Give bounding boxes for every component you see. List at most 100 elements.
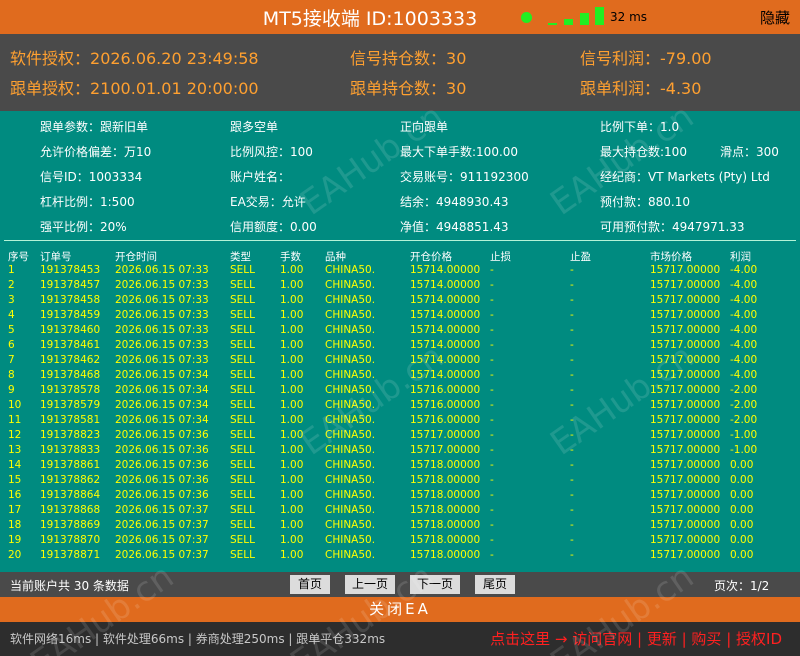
col-market-price: 15717.00000 xyxy=(650,354,721,366)
col-index: 2 xyxy=(8,279,15,291)
col-symbol: CHINA50. xyxy=(325,279,376,291)
param-broker: 经纪商：VT Markets (Pty) Ltd xyxy=(600,170,770,184)
col-market-price: 15717.00000 xyxy=(650,429,721,441)
hide-button[interactable]: 隐藏 xyxy=(760,7,790,28)
table-row[interactable]: 14 191378861 2026.06.15 07:36 SELL 1.00 CHINA… xyxy=(0,457,800,472)
col-profit: -4.00 xyxy=(730,309,758,321)
col-take-profit: - xyxy=(570,324,574,336)
col-take-profit: - xyxy=(570,504,574,516)
latency-readout: 32 ms xyxy=(610,10,648,24)
param-ratio-order: 比例下单：1.0 xyxy=(600,120,680,134)
col-open-price: 15718.00000 xyxy=(410,549,481,561)
col-lots: 1.00 xyxy=(280,369,304,381)
table-row[interactable]: 9 191378578 2026.06.15 07:34 SELL 1.00 CHINA5… xyxy=(0,382,800,397)
col-lots: 1.00 xyxy=(280,339,304,351)
col-type: SELL xyxy=(230,504,255,516)
close-ea-button[interactable]: 关闭EA xyxy=(0,597,800,622)
col-order-id: 191378460 xyxy=(40,324,101,336)
col-stop-loss: - xyxy=(490,549,494,561)
table-row[interactable]: 13 191378833 2026.06.15 07:36 SELL 1.00 CHINA… xyxy=(0,442,800,457)
col-open-time: 2026.06.15 07:33 xyxy=(115,279,209,291)
last-page-button[interactable]: 尾页 xyxy=(475,575,515,594)
col-type: SELL xyxy=(230,354,255,366)
prev-page-button[interactable]: 上一页 xyxy=(345,575,395,594)
table-row[interactable]: 15 191378862 2026.06.15 07:36 SELL 1.00 CHINA… xyxy=(0,472,800,487)
col-profit: 0.00 xyxy=(730,474,754,486)
col-open-price: 15717.00000 xyxy=(410,444,481,456)
col-open-time: 2026.06.15 07:37 xyxy=(115,519,209,531)
table-row[interactable]: 8 191378468 2026.06.15 07:34 SELL 1.00 CHINA5… xyxy=(0,367,800,382)
table-row[interactable]: 10 191378579 2026.06.15 07:34 SELL 1.00 CHINA… xyxy=(0,397,800,412)
col-open-time: 2026.06.15 07:33 xyxy=(115,324,209,336)
col-order-id: 191378458 xyxy=(40,294,101,306)
col-take-profit: - xyxy=(570,369,574,381)
table-row[interactable]: 11 191378581 2026.06.15 07:34 SELL 1.00 CHINA… xyxy=(0,412,800,427)
col-open-price: 15714.00000 xyxy=(410,339,481,351)
col-index: 5 xyxy=(8,324,15,336)
col-stop-loss: - xyxy=(490,264,494,276)
col-stop-loss: - xyxy=(490,444,494,456)
signal-profit: 信号利润：-79.00 xyxy=(580,49,712,68)
col-open-time: 2026.06.15 07:34 xyxy=(115,369,209,381)
col-order-id: 191378869 xyxy=(40,519,101,531)
table-row[interactable]: 17 191378868 2026.06.15 07:37 SELL 1.00 CHINA… xyxy=(0,502,800,517)
table-row[interactable]: 7 191378462 2026.06.15 07:33 SELL 1.00 CHINA5… xyxy=(0,352,800,367)
account-summary-panel: 软件授权：2026.06.20 23:49:58 跟单授权：2100.01.01… xyxy=(0,34,800,111)
col-stop-loss: - xyxy=(490,369,494,381)
col-open-time: 2026.06.15 07:34 xyxy=(115,384,209,396)
col-symbol: CHINA50. xyxy=(325,309,376,321)
col-type: SELL xyxy=(230,534,255,546)
table-row[interactable]: 1 191378453 2026.06.15 07:33 SELL 1.00 CHINA5… xyxy=(0,262,800,277)
col-market-price: 15717.00000 xyxy=(650,369,721,381)
col-stop-loss: - xyxy=(490,519,494,531)
table-row[interactable]: 16 191378864 2026.06.15 07:36 SELL 1.00 CHINA… xyxy=(0,487,800,502)
col-lots: 1.00 xyxy=(280,534,304,546)
table-row[interactable]: 3 191378458 2026.06.15 07:33 SELL 1.00 CHINA5… xyxy=(0,292,800,307)
website-links[interactable]: 点击这里 → 访问官网 | 更新 | 购买 | 授权ID xyxy=(490,628,782,649)
col-market-price: 15717.00000 xyxy=(650,534,721,546)
col-index: 12 xyxy=(8,429,22,441)
table-row[interactable]: 2 191378457 2026.06.15 07:33 SELL 1.00 CHINA5… xyxy=(0,277,800,292)
col-type: SELL xyxy=(230,429,255,441)
col-lots: 1.00 xyxy=(280,504,304,516)
col-take-profit: - xyxy=(570,309,574,321)
col-market-price: 15717.00000 xyxy=(650,399,721,411)
col-symbol: CHINA50. xyxy=(325,459,376,471)
col-profit: -2.00 xyxy=(730,414,758,426)
col-symbol: CHINA50. xyxy=(325,429,376,441)
col-symbol: CHINA50. xyxy=(325,444,376,456)
param-follow-mode: 跟单参数：跟新旧单 xyxy=(40,120,149,134)
table-row[interactable]: 6 191378461 2026.06.15 07:33 SELL 1.00 CHINA5… xyxy=(0,337,800,352)
table-row[interactable]: 20 191378871 2026.06.15 07:37 SELL 1.00 CHINA… xyxy=(0,547,800,562)
col-open-price: 15714.00000 xyxy=(410,369,481,381)
col-take-profit: - xyxy=(570,339,574,351)
col-order-id: 191378864 xyxy=(40,489,101,501)
table-row[interactable]: 12 191378823 2026.06.15 07:36 SELL 1.00 CHINA… xyxy=(0,427,800,442)
col-order-id: 191378459 xyxy=(40,309,101,321)
col-profit: 0.00 xyxy=(730,519,754,531)
table-row[interactable]: 5 191378460 2026.06.15 07:33 SELL 1.00 CHINA5… xyxy=(0,322,800,337)
connection-status-icon xyxy=(521,12,532,23)
table-row[interactable]: 4 191378459 2026.06.15 07:33 SELL 1.00 CHINA5… xyxy=(0,307,800,322)
col-market-price: 15717.00000 xyxy=(650,474,721,486)
col-profit: -1.00 xyxy=(730,444,758,456)
col-profit: -4.00 xyxy=(730,369,758,381)
param-leverage: 杠杆比例：1:500 xyxy=(40,195,135,209)
col-open-time: 2026.06.15 07:34 xyxy=(115,399,209,411)
col-order-id: 191378453 xyxy=(40,264,101,276)
table-row[interactable]: 18 191378869 2026.06.15 07:37 SELL 1.00 CHINA… xyxy=(0,517,800,532)
col-symbol: CHINA50. xyxy=(325,339,376,351)
pagination-bar: 当前账户共 30 条数据 首页 上一页 下一页 尾页 页次：1/2 xyxy=(0,572,800,597)
col-type: SELL xyxy=(230,369,255,381)
first-page-button[interactable]: 首页 xyxy=(290,575,330,594)
col-type: SELL xyxy=(230,459,255,471)
col-type: SELL xyxy=(230,414,255,426)
col-index: 18 xyxy=(8,519,22,531)
col-open-price: 15718.00000 xyxy=(410,534,481,546)
next-page-button[interactable]: 下一页 xyxy=(410,575,460,594)
col-index: 16 xyxy=(8,489,22,501)
col-index: 14 xyxy=(8,459,22,471)
table-row[interactable]: 19 191378870 2026.06.15 07:37 SELL 1.00 CHINA… xyxy=(0,532,800,547)
col-open-price: 15718.00000 xyxy=(410,474,481,486)
col-stop-loss: - xyxy=(490,534,494,546)
